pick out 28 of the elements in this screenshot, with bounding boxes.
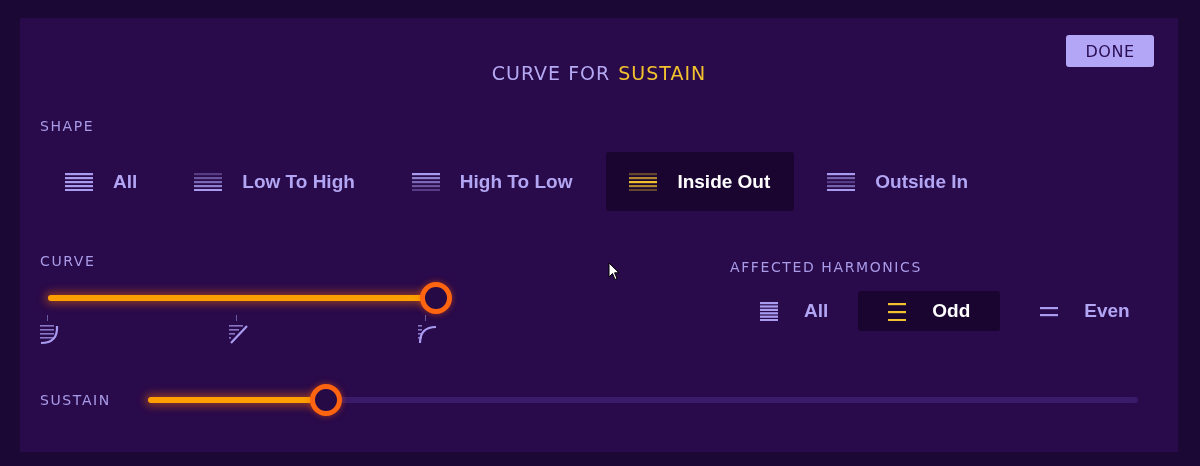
section-label: AFFECTED HARMONICS [730, 259, 922, 275]
harmonics-option[interactable]: All [730, 291, 849, 331]
lines-icon [411, 172, 440, 191]
shape-option[interactable]: Inside Out [606, 152, 795, 211]
lines-icon [194, 172, 223, 191]
harmonics-option[interactable]: Odd [858, 291, 1001, 331]
slider-label: SUSTAIN [40, 392, 112, 408]
curve-shape-icon [418, 325, 438, 345]
shape-option[interactable]: Low To High [171, 152, 379, 211]
cursor-icon [608, 262, 620, 281]
curve-shape-icon [40, 325, 60, 345]
done-button[interactable]: DONE [1066, 35, 1154, 67]
lines-icon [629, 172, 658, 191]
slider-thumb[interactable] [310, 384, 343, 416]
shape-option[interactable]: High To Low [388, 152, 597, 211]
lines-icon [827, 172, 856, 191]
section-label: SHAPE [40, 118, 96, 134]
section-label: CURVE [40, 253, 97, 269]
slider-thumb[interactable] [420, 282, 452, 314]
harmonics-option[interactable]: Even [1010, 291, 1160, 331]
curve-shape-icon [229, 325, 249, 345]
parameter-name: SUSTAIN [618, 62, 707, 84]
dialog-title: CURVE FOR [491, 62, 611, 84]
shape-option[interactable]: All [40, 152, 162, 211]
lines-icon [760, 301, 778, 321]
shape-option[interactable]: Outside In [804, 152, 993, 211]
lines-icon [65, 172, 93, 191]
lines-icon [888, 301, 907, 321]
